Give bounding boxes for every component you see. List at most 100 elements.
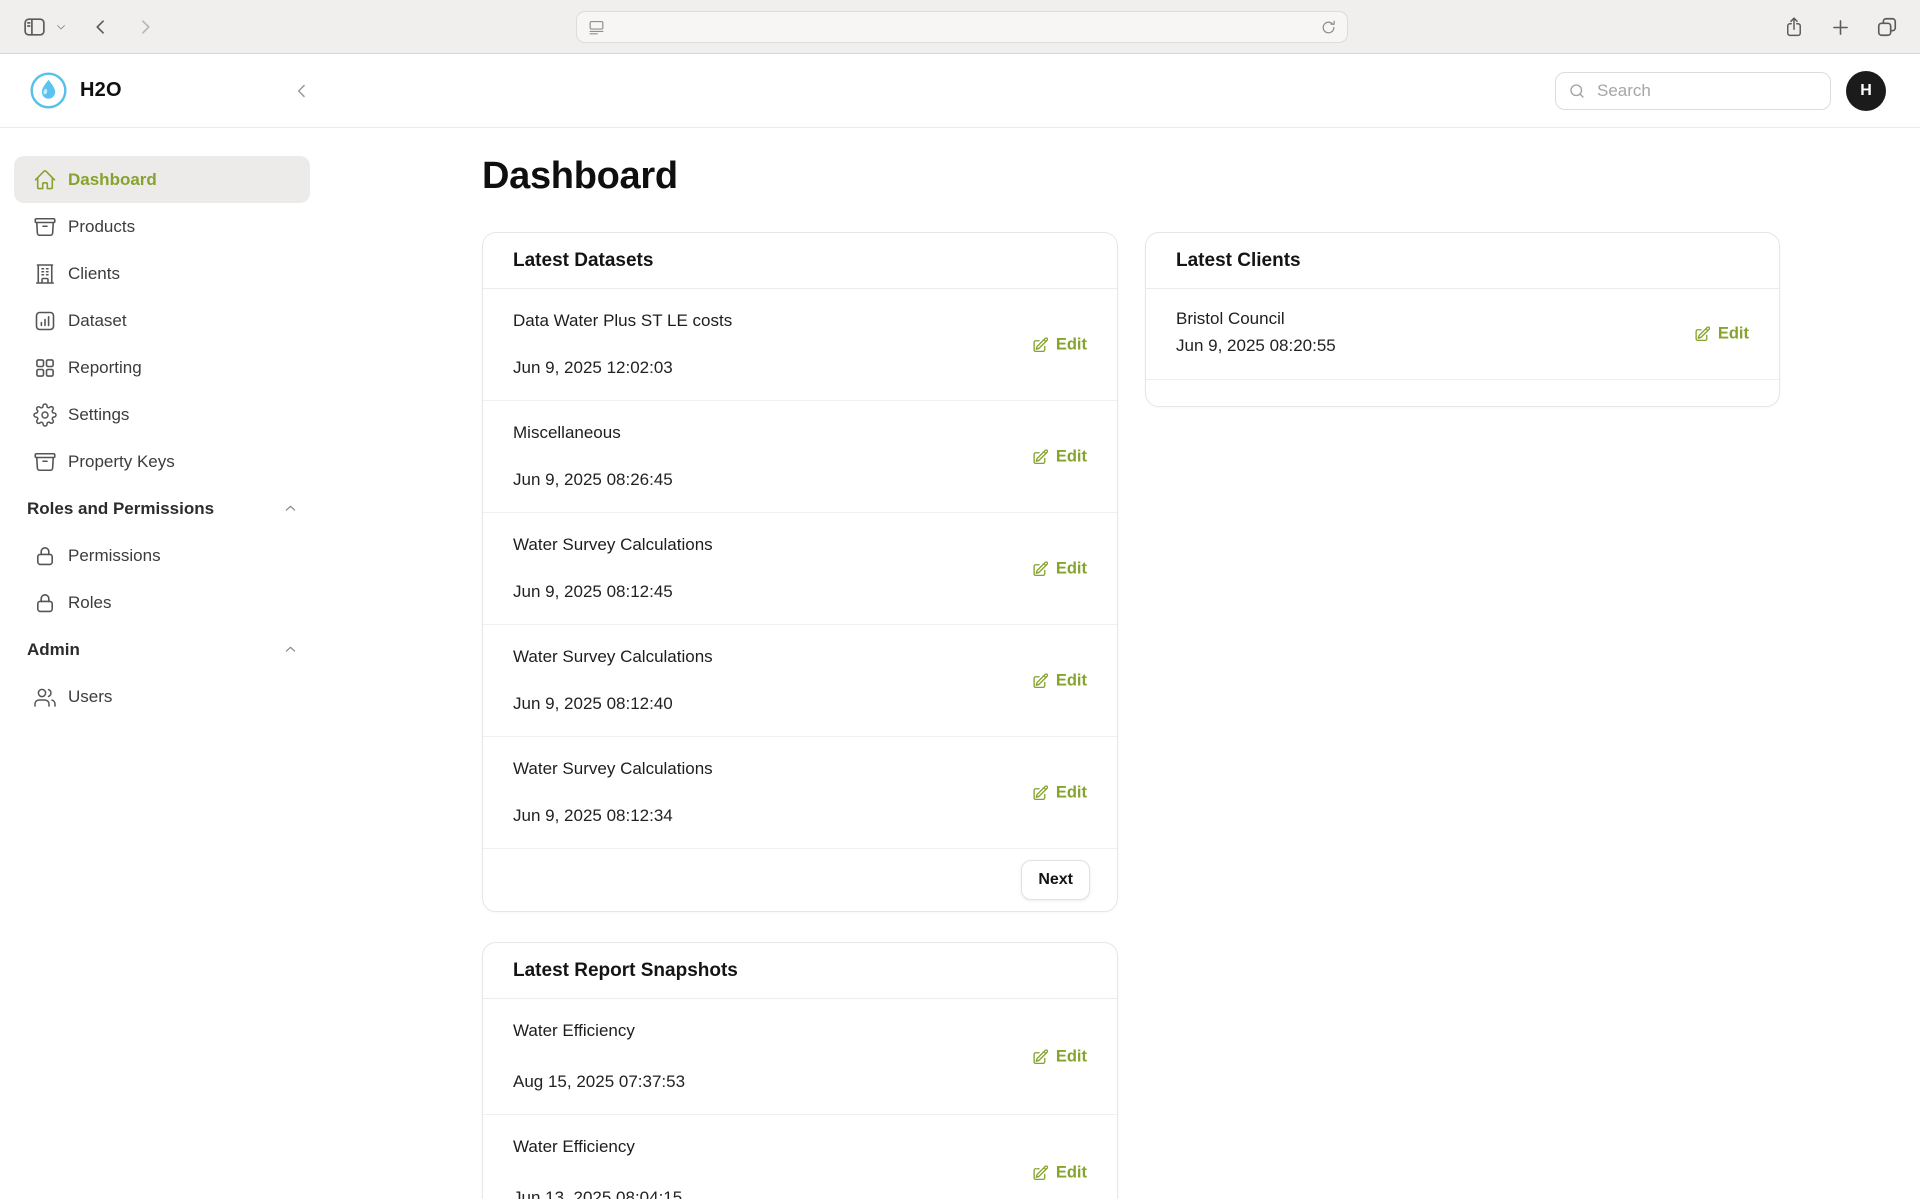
edit-button[interactable]: Edit — [1032, 783, 1087, 802]
edit-button[interactable]: Edit — [1032, 671, 1087, 690]
back-icon[interactable] — [91, 17, 111, 37]
edit-label: Edit — [1056, 1047, 1087, 1066]
edit-label: Edit — [1056, 447, 1087, 466]
dataset-item: Water Survey Calculations Jun 9, 2025 08… — [483, 737, 1117, 849]
sidebar-item-clients[interactable]: Clients — [14, 250, 310, 297]
forward-icon[interactable] — [135, 17, 155, 37]
dataset-item: Water Survey Calculations Jun 9, 2025 08… — [483, 513, 1117, 625]
address-bar[interactable] — [576, 11, 1348, 43]
share-icon[interactable] — [1783, 16, 1805, 38]
edit-button[interactable]: Edit — [1032, 1163, 1087, 1182]
search-box[interactable] — [1555, 72, 1831, 110]
search-icon — [1568, 82, 1586, 100]
snapshot-item: Water Efficiency Jun 13, 2025 08:04:15 E… — [483, 1115, 1117, 1199]
app-header: H2O H — [0, 54, 1920, 128]
archive-box-icon — [33, 450, 57, 474]
section-label: Roles and Permissions — [27, 499, 214, 519]
dataset-item: Water Survey Calculations Jun 9, 2025 08… — [483, 625, 1117, 737]
sidebar-item-property-keys[interactable]: Property Keys — [14, 438, 310, 485]
edit-label: Edit — [1056, 335, 1087, 354]
reload-icon[interactable] — [1320, 19, 1337, 36]
sidebar-item-label: Clients — [68, 264, 120, 284]
squares-grid-icon — [33, 356, 57, 380]
avatar[interactable]: H — [1846, 71, 1886, 111]
dataset-date: Jun 9, 2025 08:12:34 — [513, 806, 1087, 826]
dataset-name: Water Survey Calculations — [513, 759, 1087, 779]
sidebar-item-label: Dataset — [68, 311, 127, 331]
sidebar-item-roles[interactable]: Roles — [14, 579, 310, 626]
edit-label: Edit — [1718, 325, 1749, 344]
edit-label: Edit — [1056, 671, 1087, 690]
snapshot-name: Water Efficiency — [513, 1137, 1087, 1157]
reader-icon[interactable] — [587, 18, 606, 37]
dataset-name: Water Survey Calculations — [513, 535, 1087, 555]
dataset-name: Miscellaneous — [513, 423, 1087, 443]
edit-label: Edit — [1056, 1163, 1087, 1182]
sidebar-item-dataset[interactable]: Dataset — [14, 297, 310, 344]
client-item: Bristol Council Jun 9, 2025 08:20:55 Edi… — [1146, 289, 1779, 380]
search-input[interactable] — [1595, 80, 1818, 102]
card-title: Latest Clients — [1146, 233, 1779, 289]
edit-button[interactable]: Edit — [1032, 335, 1087, 354]
building-icon — [33, 262, 57, 286]
sidebar-item-label: Property Keys — [68, 452, 175, 472]
card-title: Latest Datasets — [483, 233, 1117, 289]
sidebar-item-products[interactable]: Products — [14, 203, 310, 250]
dataset-item: Miscellaneous Jun 9, 2025 08:26:45 Edit — [483, 401, 1117, 513]
brand-name: H2O — [80, 79, 122, 102]
client-date: Jun 9, 2025 08:20:55 — [1176, 336, 1336, 355]
sidebar-section-admin: Admin — [14, 626, 310, 673]
chevron-up-icon[interactable] — [283, 642, 298, 657]
latest-clients-card: Latest Clients Bristol Council Jun 9, 20… — [1145, 232, 1780, 407]
new-tab-icon[interactable] — [1830, 17, 1851, 38]
snapshot-item: Water Efficiency Aug 15, 2025 07:37:53 E… — [483, 999, 1117, 1115]
chart-square-icon — [33, 309, 57, 333]
sidebar: Dashboard Products Clients Dataset Repor… — [0, 128, 324, 1199]
dataset-date: Jun 9, 2025 08:26:45 — [513, 470, 1087, 490]
latest-datasets-card: Latest Datasets Data Water Plus ST LE co… — [482, 232, 1118, 912]
clients-card-footer — [1146, 380, 1779, 406]
latest-report-snapshots-card: Latest Report Snapshots Water Efficiency… — [482, 942, 1118, 1199]
sidebar-item-settings[interactable]: Settings — [14, 391, 310, 438]
dataset-date: Jun 9, 2025 12:02:03 — [513, 358, 1087, 378]
snapshot-date: Aug 15, 2025 07:37:53 — [513, 1072, 1087, 1092]
next-button[interactable]: Next — [1021, 860, 1090, 900]
users-icon — [33, 685, 57, 709]
tabs-overview-icon[interactable] — [1876, 16, 1898, 38]
card-title: Latest Report Snapshots — [483, 943, 1117, 999]
sidebar-item-reporting[interactable]: Reporting — [14, 344, 310, 391]
h2o-drop-logo — [30, 72, 67, 109]
chevron-up-icon[interactable] — [283, 501, 298, 516]
dataset-item: Data Water Plus ST LE costs Jun 9, 2025 … — [483, 289, 1117, 401]
sidebar-item-label: Reporting — [68, 358, 142, 378]
sidebar-item-label: Settings — [68, 405, 129, 425]
sidebar-item-label: Products — [68, 217, 135, 237]
sidebar-toggle-icon[interactable] — [22, 14, 47, 39]
page-title: Dashboard — [482, 154, 1780, 198]
chevron-down-icon[interactable] — [55, 21, 67, 33]
main-content: Dashboard Latest Datasets Data Water Plu… — [324, 128, 1920, 1199]
sidebar-item-label: Roles — [68, 593, 111, 613]
snapshot-date: Jun 13, 2025 08:04:15 — [513, 1188, 1087, 1199]
dataset-name: Data Water Plus ST LE costs — [513, 311, 1087, 331]
edit-button[interactable]: Edit — [1694, 325, 1749, 344]
edit-button[interactable]: Edit — [1032, 1047, 1087, 1066]
edit-button[interactable]: Edit — [1032, 447, 1087, 466]
dataset-date: Jun 9, 2025 08:12:40 — [513, 694, 1087, 714]
sidebar-item-label: Users — [68, 687, 112, 707]
sidebar-item-permissions[interactable]: Permissions — [14, 532, 310, 579]
sidebar-item-label: Dashboard — [68, 170, 157, 190]
lock-icon — [33, 591, 57, 615]
lock-icon — [33, 544, 57, 568]
sidebar-item-dashboard[interactable]: Dashboard — [14, 156, 310, 203]
sidebar-collapse-icon[interactable] — [292, 81, 312, 101]
dataset-date: Jun 9, 2025 08:12:45 — [513, 582, 1087, 602]
browser-toolbar — [0, 0, 1920, 54]
brand: H2O — [30, 72, 122, 109]
edit-label: Edit — [1056, 559, 1087, 578]
edit-button[interactable]: Edit — [1032, 559, 1087, 578]
sidebar-item-users[interactable]: Users — [14, 673, 310, 720]
archive-box-icon — [33, 215, 57, 239]
sidebar-section-roles-permissions: Roles and Permissions — [14, 485, 310, 532]
snapshot-name: Water Efficiency — [513, 1021, 1087, 1041]
